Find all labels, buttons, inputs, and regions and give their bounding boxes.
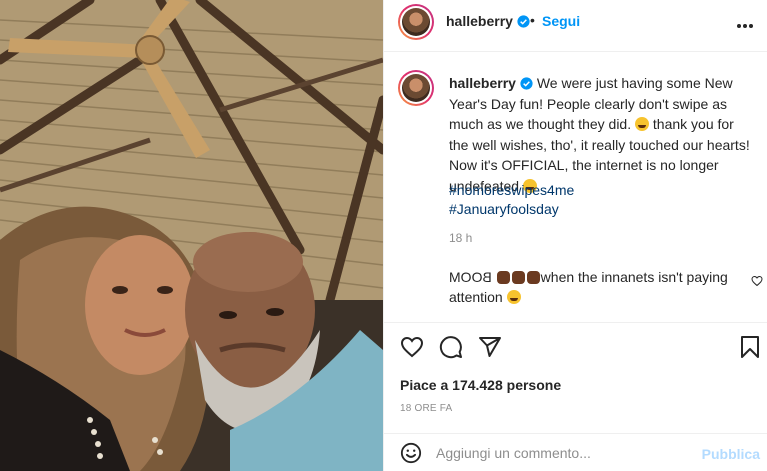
- bookmark-icon[interactable]: [740, 335, 760, 364]
- fist-emoji-icon: [511, 271, 525, 284]
- publish-button[interactable]: Pubblica: [702, 446, 760, 462]
- hashtag-link[interactable]: #nomoreswipes4me: [449, 181, 574, 200]
- small-heart-icon[interactable]: [751, 274, 763, 292]
- caption-timestamp[interactable]: 18 h: [449, 231, 472, 245]
- caption-author-avatar[interactable]: [398, 70, 434, 106]
- hashtags: #nomoreswipes4me #Januaryfoolsday: [449, 181, 574, 219]
- post-timestamp[interactable]: 18 ORE FA: [400, 403, 452, 414]
- share-icon[interactable]: [478, 335, 502, 364]
- post-header: halleberry • Segui: [384, 0, 767, 52]
- author-username-header[interactable]: halleberry: [446, 13, 530, 29]
- laughing-emoji-icon: [506, 290, 521, 304]
- more-icon[interactable]: [736, 16, 754, 34]
- post-details-panel: halleberry • Segui halleberry We were ju…: [383, 0, 767, 471]
- header-separator: •: [530, 12, 535, 28]
- comment-item: BOOM when the innanets isn't paying atte…: [449, 267, 749, 307]
- likes-count[interactable]: Piace a 174.428 persone: [400, 377, 561, 393]
- author-avatar[interactable]: [398, 4, 434, 40]
- follow-button[interactable]: Segui: [542, 13, 580, 29]
- comment-icon[interactable]: [439, 335, 463, 364]
- verified-badge-icon: [520, 77, 533, 90]
- emoji-icon[interactable]: [400, 442, 422, 469]
- hashtag-link[interactable]: #Januaryfoolsday: [449, 200, 574, 219]
- add-comment-bar: Pubblica: [384, 433, 767, 471]
- comment-mirrored-word: BOOM: [449, 269, 492, 285]
- verified-badge-icon: [517, 15, 530, 28]
- caption-username[interactable]: halleberry: [449, 75, 516, 91]
- fist-emoji-icon: [526, 271, 540, 284]
- fist-emoji-icon: [496, 271, 510, 284]
- comment-input[interactable]: [436, 441, 696, 465]
- heart-icon[interactable]: [400, 335, 424, 364]
- laughing-emoji-icon: [635, 117, 649, 131]
- post-photo: [0, 0, 383, 471]
- post-actions: Piace a 174.428 persone 18 ORE FA Pubbli…: [384, 322, 767, 470]
- caption-text: halleberry We were just having some New …: [449, 73, 754, 196]
